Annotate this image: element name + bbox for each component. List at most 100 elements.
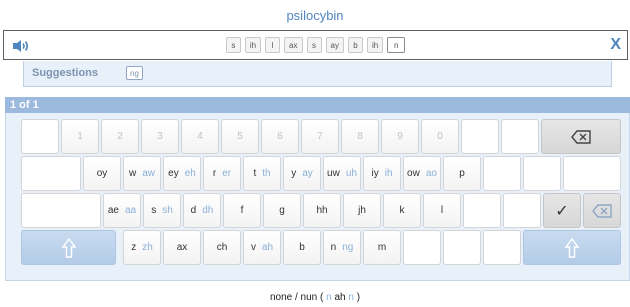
backspace-key[interactable]	[541, 119, 621, 154]
digit-key-5[interactable]: 5	[221, 119, 259, 154]
phoneme-key-f[interactable]: f	[223, 193, 261, 228]
phoneme-key-ax[interactable]: ax	[163, 230, 201, 265]
key-alt-label: eh	[184, 168, 196, 179]
key-alt-label: ih	[384, 168, 393, 179]
backspace-icon	[571, 129, 591, 144]
key-label: 6	[277, 131, 283, 142]
phoneme-chip[interactable]: l	[265, 37, 281, 53]
blank-key[interactable]	[523, 156, 561, 191]
blank-key[interactable]	[21, 193, 101, 228]
key-label: 5	[237, 131, 243, 142]
blank-key[interactable]	[503, 193, 541, 228]
key-alt-label: uh	[345, 168, 357, 179]
phoneme-chip[interactable]: b	[347, 37, 363, 53]
phoneme-chip[interactable]: s	[225, 37, 241, 53]
blank-key[interactable]	[21, 119, 59, 154]
key-label: 9	[397, 131, 403, 142]
phoneme-key-d[interactable]: d dh	[183, 193, 221, 228]
key-label: m	[377, 242, 387, 253]
phoneme-chip[interactable]: ay	[325, 37, 344, 53]
key-label: g	[279, 205, 285, 216]
phoneme-key-l[interactable]: l	[423, 193, 461, 228]
key-label: oy	[96, 168, 108, 179]
phoneme-key-z[interactable]: z zh	[123, 230, 161, 265]
key-alt-label: aa	[125, 205, 137, 216]
phoneme-key-hh[interactable]: hh	[303, 193, 341, 228]
blank-key[interactable]	[563, 156, 621, 191]
key-label: 2	[117, 131, 123, 142]
key-alt-label: aw	[142, 168, 156, 179]
digit-key-0[interactable]: 0	[421, 119, 459, 154]
phoneme-key-m[interactable]: m	[363, 230, 401, 265]
key-label: jh	[358, 205, 366, 216]
close-button[interactable]: X	[610, 36, 621, 54]
shift-key-right[interactable]	[523, 230, 621, 265]
phoneme-key-ae[interactable]: ae aa	[103, 193, 141, 228]
key-label: ey	[168, 168, 179, 179]
key-alt-label: sh	[162, 205, 173, 216]
key-label: w	[128, 168, 137, 179]
phoneme-key-k[interactable]: k	[383, 193, 421, 228]
key-label: z	[131, 242, 137, 253]
phoneme-key-b[interactable]: b	[283, 230, 321, 265]
digit-key-9[interactable]: 9	[381, 119, 419, 154]
phoneme-key-r[interactable]: r er	[203, 156, 241, 191]
phoneme-key-s[interactable]: s sh	[143, 193, 181, 228]
key-alt-label: ao	[425, 168, 437, 179]
key-label: b	[299, 242, 305, 253]
status-text: ah	[331, 292, 349, 303]
key-label: 4	[197, 131, 203, 142]
phoneme-key-p[interactable]: p	[443, 156, 481, 191]
phoneme-key-w[interactable]: w aw	[123, 156, 161, 191]
key-label: ax	[176, 242, 188, 253]
key-alt-label: zh	[142, 242, 153, 253]
phoneme-chip[interactable]: ax	[284, 37, 303, 53]
status-text: none / nun (	[269, 292, 327, 303]
shift-key-left[interactable]	[21, 230, 116, 265]
blank-key[interactable]	[483, 156, 521, 191]
key-label: 7	[317, 131, 323, 142]
digit-key-1[interactable]: 1	[61, 119, 99, 154]
key-label: n	[330, 242, 337, 253]
blank-key[interactable]	[403, 230, 441, 265]
key-label: 3	[157, 131, 163, 142]
phoneme-key-n[interactable]: n ng	[323, 230, 361, 265]
delete-key[interactable]	[583, 193, 621, 228]
phoneme-key-uw[interactable]: uw uh	[323, 156, 361, 191]
blank-key[interactable]	[443, 230, 481, 265]
phoneme-key-t[interactable]: t th	[243, 156, 281, 191]
phoneme-key-y[interactable]: y ay	[283, 156, 321, 191]
key-label: 8	[357, 131, 363, 142]
blank-key[interactable]	[461, 119, 499, 154]
digit-key-6[interactable]: 6	[261, 119, 299, 154]
blank-key[interactable]	[463, 193, 501, 228]
suggestion-chip[interactable]: ng	[126, 66, 143, 80]
phoneme-key-ch[interactable]: ch	[203, 230, 241, 265]
phoneme-key-ey[interactable]: ey eh	[163, 156, 201, 191]
digit-key-4[interactable]: 4	[181, 119, 219, 154]
phoneme-chip[interactable]: n	[387, 37, 406, 53]
suggestions-label: Suggestions	[32, 67, 99, 79]
digit-key-8[interactable]: 8	[341, 119, 379, 154]
phoneme-key-oy[interactable]: oy	[83, 156, 121, 191]
phoneme-key-v[interactable]: v ah	[243, 230, 281, 265]
shift-arrow-icon	[565, 237, 579, 258]
phoneme-bar: s ih l ax s ay b ih n X	[3, 30, 628, 60]
digit-key-2[interactable]: 2	[101, 119, 139, 154]
key-label: ow	[407, 168, 420, 179]
phoneme-chip[interactable]: ih	[366, 37, 384, 53]
confirm-key[interactable]: ✓	[543, 193, 581, 228]
digit-key-3[interactable]: 3	[141, 119, 179, 154]
phoneme-key-g[interactable]: g	[263, 193, 301, 228]
blank-key[interactable]	[21, 156, 81, 191]
phoneme-key-ow[interactable]: ow ao	[403, 156, 441, 191]
key-alt-label: ah	[261, 242, 274, 253]
phoneme-chip[interactable]: s	[306, 37, 322, 53]
phoneme-chip[interactable]: ih	[244, 37, 262, 53]
blank-key[interactable]	[501, 119, 539, 154]
phoneme-key-jh[interactable]: jh	[343, 193, 381, 228]
digit-key-7[interactable]: 7	[301, 119, 339, 154]
key-label: f	[240, 205, 244, 216]
blank-key[interactable]	[483, 230, 521, 265]
phoneme-key-iy[interactable]: iy ih	[363, 156, 401, 191]
